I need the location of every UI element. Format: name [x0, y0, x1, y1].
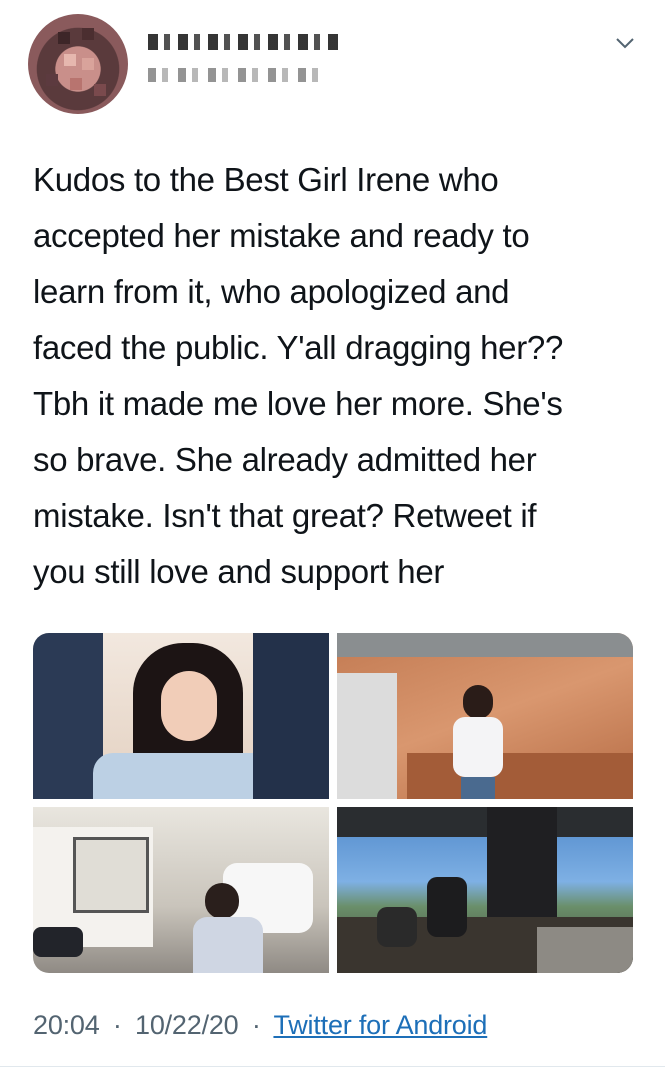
- media-photo-4[interactable]: [337, 807, 633, 973]
- tweet-source-link[interactable]: Twitter for Android: [273, 1010, 487, 1040]
- bottom-divider: [0, 1066, 665, 1067]
- tweet-date[interactable]: 10/22/20: [135, 1010, 239, 1040]
- author-name-redacted[interactable]: [148, 34, 338, 50]
- tweet-text-line: Kudos to the Best Girl Irene who: [33, 161, 499, 198]
- tweet-header: [0, 0, 665, 120]
- tweet-text-line: so brave. She already admitted her: [33, 441, 537, 478]
- media-photo-3[interactable]: [33, 807, 329, 973]
- media-photo-2[interactable]: [337, 633, 633, 799]
- chevron-down-icon[interactable]: [612, 30, 638, 56]
- tweet-meta: 20:04 · 10/22/20 · Twitter for Android: [33, 1010, 487, 1041]
- tweet-text-line: faced the public. Y'all dragging her??: [33, 329, 564, 366]
- user-avatar[interactable]: [28, 14, 128, 114]
- media-grid: [33, 633, 633, 973]
- tweet-text-line: accepted her mistake and ready to: [33, 217, 530, 254]
- media-photo-1[interactable]: [33, 633, 329, 799]
- author-handle-redacted[interactable]: [148, 68, 318, 82]
- tweet-text-line: Tbh it made me love her more. She's: [33, 385, 563, 422]
- tweet-text-line: learn from it, who apologized and: [33, 273, 510, 310]
- meta-separator: ·: [112, 1010, 122, 1040]
- tweet-text-line: mistake. Isn't that great? Retweet if: [33, 497, 537, 534]
- tweet-time[interactable]: 20:04: [33, 1010, 100, 1040]
- tweet-text-line: you still love and support her: [33, 553, 445, 590]
- meta-separator: ·: [251, 1010, 261, 1040]
- tweet-text: Kudos to the Best Girl Irene who accepte…: [33, 152, 643, 600]
